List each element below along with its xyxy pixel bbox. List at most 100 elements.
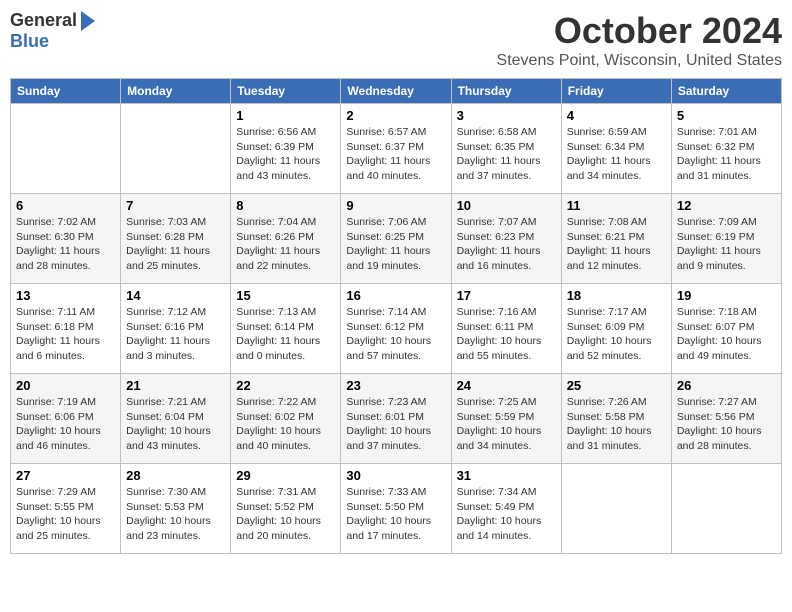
- location-subtitle: Stevens Point, Wisconsin, United States: [497, 52, 782, 70]
- logo-arrow-icon: [81, 11, 95, 31]
- calendar-cell: 11 Sunrise: 7:08 AMSunset: 6:21 PMDayligh…: [561, 194, 671, 284]
- day-number: 11: [567, 198, 666, 213]
- day-number: 4: [567, 108, 666, 123]
- day-detail: Sunrise: 7:06 AMSunset: 6:25 PMDaylight:…: [346, 215, 445, 274]
- calendar-cell: 12 Sunrise: 7:09 AMSunset: 6:19 PMDayligh…: [671, 194, 781, 284]
- calendar-cell: 14 Sunrise: 7:12 AMSunset: 6:16 PMDayligh…: [121, 284, 231, 374]
- day-detail: Sunrise: 6:58 AMSunset: 6:35 PMDaylight:…: [457, 125, 556, 184]
- day-number: 2: [346, 108, 445, 123]
- calendar-cell: 31Sunrise: 7:34 AMSunset: 5:49 PMDayligh…: [451, 464, 561, 554]
- day-detail: Sunrise: 6:57 AMSunset: 6:37 PMDaylight:…: [346, 125, 445, 184]
- calendar-table: SundayMondayTuesdayWednesdayThursdayFrid…: [10, 78, 782, 554]
- day-detail: Sunrise: 7:13 AMSunset: 6:14 PMDaylight:…: [236, 305, 335, 364]
- day-of-week-header: Friday: [561, 79, 671, 104]
- day-detail: Sunrise: 7:02 AMSunset: 6:30 PMDaylight:…: [16, 215, 115, 274]
- day-number: 14: [126, 288, 225, 303]
- page-header: General Blue October 2024 Stevens Point,…: [10, 10, 782, 70]
- day-detail: Sunrise: 6:56 AMSunset: 6:39 PMDaylight:…: [236, 125, 335, 184]
- calendar-cell: 3 Sunrise: 6:58 AMSunset: 6:35 PMDaylight…: [451, 104, 561, 194]
- day-detail: Sunrise: 7:08 AMSunset: 6:21 PMDaylight:…: [567, 215, 666, 274]
- day-detail: Sunrise: 7:01 AMSunset: 6:32 PMDaylight:…: [677, 125, 776, 184]
- day-number: 24: [457, 378, 556, 393]
- day-number: 28: [126, 468, 225, 483]
- calendar-cell: 17Sunrise: 7:16 AMSunset: 6:11 PMDayligh…: [451, 284, 561, 374]
- calendar-cell: 23 Sunrise: 7:23 AMSunset: 6:01 PMDayligh…: [341, 374, 451, 464]
- calendar-cell: 9 Sunrise: 7:06 AMSunset: 6:25 PMDaylight…: [341, 194, 451, 284]
- day-number: 19: [677, 288, 776, 303]
- day-detail: Sunrise: 6:59 AMSunset: 6:34 PMDaylight:…: [567, 125, 666, 184]
- day-number: 7: [126, 198, 225, 213]
- calendar-cell: 1 Sunrise: 6:56 AMSunset: 6:39 PMDaylight…: [231, 104, 341, 194]
- logo-blue-text: Blue: [10, 31, 49, 52]
- day-detail: Sunrise: 7:34 AMSunset: 5:49 PMDaylight:…: [457, 485, 556, 544]
- calendar-cell: [121, 104, 231, 194]
- day-of-week-header: Monday: [121, 79, 231, 104]
- day-detail: Sunrise: 7:14 AMSunset: 6:12 PMDaylight:…: [346, 305, 445, 364]
- calendar-cell: 5 Sunrise: 7:01 AMSunset: 6:32 PMDaylight…: [671, 104, 781, 194]
- day-detail: Sunrise: 7:22 AMSunset: 6:02 PMDaylight:…: [236, 395, 335, 454]
- calendar-cell: [11, 104, 121, 194]
- day-number: 30: [346, 468, 445, 483]
- day-number: 8: [236, 198, 335, 213]
- day-number: 25: [567, 378, 666, 393]
- calendar-cell: 4 Sunrise: 6:59 AMSunset: 6:34 PMDaylight…: [561, 104, 671, 194]
- day-number: 12: [677, 198, 776, 213]
- day-detail: Sunrise: 7:16 AMSunset: 6:11 PMDaylight:…: [457, 305, 556, 364]
- day-detail: Sunrise: 7:33 AMSunset: 5:50 PMDaylight:…: [346, 485, 445, 544]
- day-number: 18: [567, 288, 666, 303]
- logo-general-text: General: [10, 10, 77, 31]
- day-detail: Sunrise: 7:19 AMSunset: 6:06 PMDaylight:…: [16, 395, 115, 454]
- calendar-cell: 15Sunrise: 7:13 AMSunset: 6:14 PMDayligh…: [231, 284, 341, 374]
- day-number: 6: [16, 198, 115, 213]
- day-detail: Sunrise: 7:29 AMSunset: 5:55 PMDaylight:…: [16, 485, 115, 544]
- day-detail: Sunrise: 7:09 AMSunset: 6:19 PMDaylight:…: [677, 215, 776, 274]
- day-detail: Sunrise: 7:17 AMSunset: 6:09 PMDaylight:…: [567, 305, 666, 364]
- calendar-cell: 18 Sunrise: 7:17 AMSunset: 6:09 PMDayligh…: [561, 284, 671, 374]
- calendar-cell: 2 Sunrise: 6:57 AMSunset: 6:37 PMDaylight…: [341, 104, 451, 194]
- calendar-cell: 24 Sunrise: 7:25 AMSunset: 5:59 PMDayligh…: [451, 374, 561, 464]
- calendar-cell: 30 Sunrise: 7:33 AMSunset: 5:50 PMDayligh…: [341, 464, 451, 554]
- calendar-cell: 7 Sunrise: 7:03 AMSunset: 6:28 PMDaylight…: [121, 194, 231, 284]
- day-detail: Sunrise: 7:25 AMSunset: 5:59 PMDaylight:…: [457, 395, 556, 454]
- calendar-cell: 20 Sunrise: 7:19 AMSunset: 6:06 PMDayligh…: [11, 374, 121, 464]
- month-title: October 2024: [497, 10, 782, 52]
- day-number: 20: [16, 378, 115, 393]
- day-number: 26: [677, 378, 776, 393]
- calendar-cell: 26 Sunrise: 7:27 AMSunset: 5:56 PMDayligh…: [671, 374, 781, 464]
- day-number: 29: [236, 468, 335, 483]
- day-detail: Sunrise: 7:11 AMSunset: 6:18 PMDaylight:…: [16, 305, 115, 364]
- calendar-cell: 6 Sunrise: 7:02 AMSunset: 6:30 PMDaylight…: [11, 194, 121, 284]
- day-number: 21: [126, 378, 225, 393]
- day-detail: Sunrise: 7:23 AMSunset: 6:01 PMDaylight:…: [346, 395, 445, 454]
- day-number: 9: [346, 198, 445, 213]
- calendar-cell: 10 Sunrise: 7:07 AMSunset: 6:23 PMDayligh…: [451, 194, 561, 284]
- calendar-cell: 27 Sunrise: 7:29 AMSunset: 5:55 PMDayligh…: [11, 464, 121, 554]
- day-of-week-header: Sunday: [11, 79, 121, 104]
- day-detail: Sunrise: 7:18 AMSunset: 6:07 PMDaylight:…: [677, 305, 776, 364]
- logo: General Blue: [10, 10, 95, 52]
- day-detail: Sunrise: 7:04 AMSunset: 6:26 PMDaylight:…: [236, 215, 335, 274]
- day-of-week-header: Thursday: [451, 79, 561, 104]
- calendar-cell: 25Sunrise: 7:26 AMSunset: 5:58 PMDayligh…: [561, 374, 671, 464]
- day-number: 1: [236, 108, 335, 123]
- day-detail: Sunrise: 7:21 AMSunset: 6:04 PMDaylight:…: [126, 395, 225, 454]
- calendar-cell: 19 Sunrise: 7:18 AMSunset: 6:07 PMDayligh…: [671, 284, 781, 374]
- day-detail: Sunrise: 7:03 AMSunset: 6:28 PMDaylight:…: [126, 215, 225, 274]
- day-number: 22: [236, 378, 335, 393]
- day-detail: Sunrise: 7:30 AMSunset: 5:53 PMDaylight:…: [126, 485, 225, 544]
- day-detail: Sunrise: 7:27 AMSunset: 5:56 PMDaylight:…: [677, 395, 776, 454]
- day-detail: Sunrise: 7:12 AMSunset: 6:16 PMDaylight:…: [126, 305, 225, 364]
- calendar-cell: [671, 464, 781, 554]
- day-of-week-header: Saturday: [671, 79, 781, 104]
- day-of-week-header: Wednesday: [341, 79, 451, 104]
- calendar-cell: 29Sunrise: 7:31 AMSunset: 5:52 PMDayligh…: [231, 464, 341, 554]
- day-of-week-header: Tuesday: [231, 79, 341, 104]
- day-number: 27: [16, 468, 115, 483]
- day-detail: Sunrise: 7:07 AMSunset: 6:23 PMDaylight:…: [457, 215, 556, 274]
- day-number: 10: [457, 198, 556, 213]
- day-number: 13: [16, 288, 115, 303]
- day-number: 23: [346, 378, 445, 393]
- day-number: 3: [457, 108, 556, 123]
- day-number: 16: [346, 288, 445, 303]
- day-number: 5: [677, 108, 776, 123]
